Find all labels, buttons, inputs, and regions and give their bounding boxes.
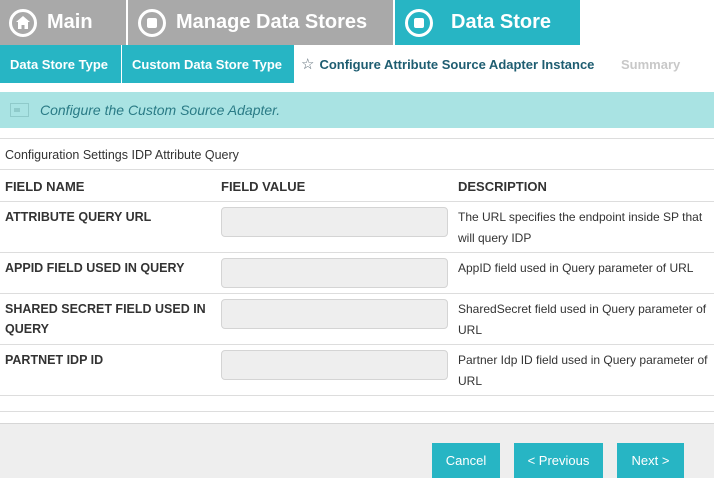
column-header-field-value: FIELD VALUE xyxy=(221,179,306,194)
step-label: Custom Data Store Type xyxy=(132,56,283,72)
home-icon xyxy=(9,8,37,37)
shared-secret-field-input[interactable] xyxy=(221,299,448,329)
attribute-query-url-input[interactable] xyxy=(221,207,448,237)
divider xyxy=(0,169,714,170)
divider xyxy=(0,395,714,396)
footer-bar xyxy=(0,423,714,478)
divider xyxy=(0,201,714,202)
info-banner: Configure the Custom Source Adapter. xyxy=(0,92,714,128)
stop-icon xyxy=(405,8,433,37)
cancel-button[interactable]: Cancel xyxy=(432,443,500,478)
divider xyxy=(0,252,714,253)
top-navigation: Main Manage Data Stores Data Store xyxy=(0,0,714,45)
field-description: The URL specifies the endpoint inside SP… xyxy=(458,210,703,245)
divider xyxy=(0,411,714,412)
step-configure-adapter-instance[interactable]: ☆ Configure Attribute Source Adapter Ins… xyxy=(294,45,606,83)
field-name-partner-idp-id: PARTNET IDP ID xyxy=(5,353,104,367)
field-name-appid: APPID FIELD USED IN QUERY xyxy=(5,261,185,275)
step-label: Configure Attribute Source Adapter Insta… xyxy=(319,56,595,72)
window-icon xyxy=(10,103,29,117)
tab-manage-data-stores[interactable]: Manage Data Stores xyxy=(128,0,393,45)
step-data-store-type[interactable]: Data Store Type xyxy=(0,45,121,83)
divider xyxy=(0,344,714,345)
wizard-steps: Data Store Type Custom Data Store Type ☆… xyxy=(0,45,714,83)
previous-button[interactable]: < Previous xyxy=(514,443,603,478)
step-summary: Summary xyxy=(606,45,691,83)
step-label: Summary xyxy=(621,56,681,72)
column-header-field-name: FIELD NAME xyxy=(5,179,85,194)
tab-main[interactable]: Main xyxy=(0,0,126,45)
column-header-description: DESCRIPTION xyxy=(458,179,547,194)
tab-manage-label: Manage Data Stores xyxy=(176,11,368,33)
next-button[interactable]: Next > xyxy=(617,443,684,478)
field-name-shared-secret: SHARED SECRET FIELD USED IN QUERY xyxy=(5,302,206,336)
stop-icon xyxy=(138,8,166,37)
divider xyxy=(0,138,714,139)
partner-idp-id-input[interactable] xyxy=(221,350,448,380)
step-label: Data Store Type xyxy=(10,56,109,72)
star-icon: ☆ xyxy=(301,56,315,73)
appid-field-input[interactable] xyxy=(221,258,448,288)
divider xyxy=(0,293,714,294)
field-description: Partner Idp ID field used in Query param… xyxy=(458,353,708,388)
field-description: SharedSecret field used in Query paramet… xyxy=(458,302,707,337)
tab-datastore-label: Data Store xyxy=(451,11,552,33)
banner-text: Configure the Custom Source Adapter. xyxy=(40,102,281,118)
field-description: AppID field used in Query parameter of U… xyxy=(458,261,694,275)
tab-data-store[interactable]: Data Store xyxy=(395,0,580,45)
field-name-attribute-query-url: ATTRIBUTE QUERY URL xyxy=(5,210,152,224)
step-custom-data-store-type[interactable]: Custom Data Store Type xyxy=(122,45,294,83)
tab-main-label: Main xyxy=(47,11,93,33)
section-title: Configuration Settings IDP Attribute Que… xyxy=(5,148,239,162)
